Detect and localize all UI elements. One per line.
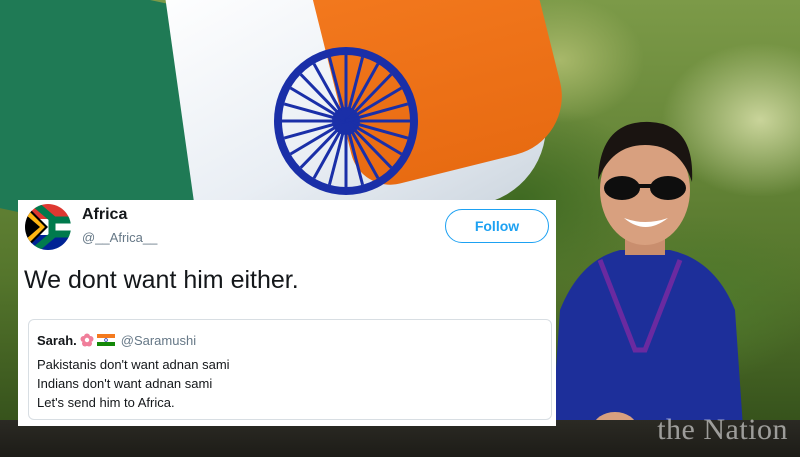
quoted-tweet-header: Sarah. @Saramushi <box>37 332 196 348</box>
quoted-line: Let's send him to Africa. <box>37 395 175 410</box>
quoted-tweet[interactable]: Sarah. @Saramushi Pakistanis don't want … <box>28 319 552 420</box>
display-name[interactable]: Africa <box>82 206 127 224</box>
tweet-card: Africa @__Africa__ Follow We dont want h… <box>18 200 556 426</box>
user-handle[interactable]: @__Africa__ <box>82 230 157 245</box>
quoted-line: Pakistanis don't want adnan sami <box>37 357 230 372</box>
quoted-handle: @Saramushi <box>120 332 197 348</box>
watermark: the Nation <box>657 413 788 446</box>
south-africa-flag-icon <box>25 204 71 250</box>
india-flag-icon <box>96 334 115 346</box>
follow-button[interactable]: Follow <box>445 209 549 243</box>
quoted-line: Indians don't want adnan sami <box>37 376 213 391</box>
ashoka-chakra-icon <box>274 47 418 195</box>
flower-icon <box>80 333 94 347</box>
quoted-tweet-text: Pakistanis don't want adnan sami Indians… <box>37 355 230 412</box>
tweet-text: We dont want him either. <box>24 266 299 294</box>
quoted-display-name: Sarah. <box>37 332 77 348</box>
avatar[interactable] <box>25 204 71 250</box>
person-photo <box>550 121 745 457</box>
